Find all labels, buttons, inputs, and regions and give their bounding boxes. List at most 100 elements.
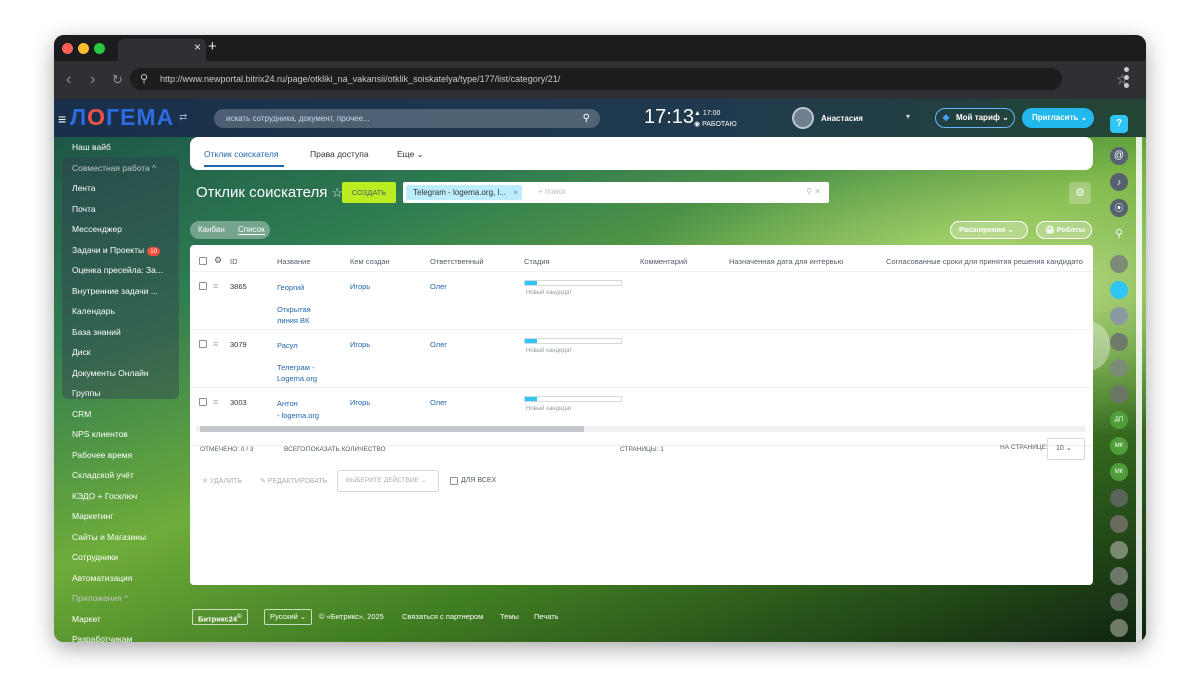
menu-icon[interactable]: ≡ — [58, 111, 66, 127]
pin-menu-icon[interactable]: ⇄ — [179, 112, 187, 123]
sidebar-item[interactable]: Рабочее время — [72, 450, 132, 460]
avatar[interactable] — [1110, 515, 1128, 533]
chevron-right-icon[interactable]: › — [1064, 321, 1110, 371]
sidebar-item[interactable]: Совместная работа ^ — [72, 163, 156, 173]
row-checkbox[interactable] — [199, 398, 207, 406]
browser-tab[interactable] — [118, 39, 206, 61]
sidebar-item[interactable]: Наш вайб — [72, 142, 111, 152]
sidebar-item[interactable]: Приложения ^ — [72, 593, 128, 603]
extensions-button[interactable]: Расширения ⌄ — [950, 221, 1028, 239]
new-tab-icon[interactable]: + — [208, 38, 217, 55]
per-page-select[interactable]: 10 ⌄ — [1047, 438, 1085, 460]
avatar[interactable] — [1110, 541, 1128, 559]
sidebar-item[interactable]: Почта — [72, 204, 96, 214]
row-menu-icon[interactable]: ≡ — [213, 339, 218, 349]
row-created-by[interactable]: Игорь — [350, 398, 370, 407]
row-created-by[interactable]: Игорь — [350, 282, 370, 291]
tab-access-rights[interactable]: Права доступа — [310, 149, 369, 159]
close-tab-icon[interactable]: × — [194, 40, 201, 54]
tab-response[interactable]: Отклик соискателя — [204, 149, 278, 159]
themes-link[interactable]: Темы — [500, 612, 519, 621]
row-name-link[interactable]: Георгий — [277, 282, 304, 294]
edit-button[interactable]: ✎ РЕДАКТИРОВАТЬ — [260, 477, 327, 485]
avatar[interactable] — [1110, 359, 1128, 377]
back-icon[interactable]: ‹ — [66, 71, 71, 89]
delete-button[interactable]: ✕ УДАЛИТЬ — [202, 477, 242, 485]
settings-gear-icon[interactable]: ⚙ — [1069, 182, 1091, 204]
select-all-checkbox[interactable] — [199, 257, 207, 265]
bell-icon[interactable]: ♪ — [1110, 173, 1128, 191]
row-name-link[interactable]: Расул — [277, 340, 298, 352]
close-icon[interactable]: × — [513, 185, 518, 200]
row-responsible[interactable]: Олег — [430, 398, 447, 407]
sidebar-item[interactable]: Сотрудники — [72, 552, 118, 562]
user-name[interactable]: Анастасия — [821, 114, 863, 123]
page-scrollbar[interactable] — [1136, 137, 1142, 642]
avatar[interactable] — [1110, 619, 1128, 637]
sidebar-item[interactable]: Складской учёт — [72, 470, 134, 480]
create-button[interactable]: СОЗДАТЬ — [342, 182, 396, 203]
tariff-button[interactable]: ❖ Мой тариф ⌄ — [935, 108, 1015, 128]
sidebar-item[interactable]: КЭДО + Госключ — [72, 491, 137, 501]
column-header[interactable]: Согласованные сроки для принятия решения… — [886, 257, 1083, 266]
column-header[interactable]: Назначенная дата для интервью — [729, 257, 843, 266]
sidebar-item[interactable]: Документы Онлайн — [72, 368, 149, 378]
row-menu-icon[interactable]: ≡ — [213, 281, 218, 291]
minimize-window-button[interactable] — [78, 43, 89, 54]
sidebar-item[interactable]: Автоматизация — [72, 573, 132, 583]
stage-progress[interactable] — [524, 396, 622, 402]
row-source-link[interactable]: Открытая линия ВК — [277, 304, 311, 326]
stage-progress[interactable] — [524, 280, 622, 286]
sidebar-item[interactable]: Диск — [72, 347, 90, 357]
sidebar-item[interactable]: Маркет — [72, 614, 101, 624]
row-checkbox[interactable] — [199, 340, 207, 348]
column-header[interactable]: ID — [230, 257, 238, 266]
column-header[interactable]: Название — [277, 257, 311, 266]
avatar[interactable]: МК — [1110, 463, 1128, 481]
avatar[interactable]: ДП — [1110, 411, 1128, 429]
column-header[interactable]: Стадия — [524, 257, 550, 266]
logo[interactable]: ЛОГЕМА — [70, 104, 174, 131]
avatar[interactable] — [1110, 333, 1128, 351]
row-responsible[interactable]: Олег — [430, 340, 447, 349]
robots-button[interactable]: 🖨 Роботы — [1036, 221, 1092, 239]
tab-more[interactable]: Еще ⌄ — [397, 149, 424, 160]
view-list[interactable]: Список — [238, 225, 265, 235]
sidebar-item[interactable]: Группы — [72, 388, 100, 398]
avatar[interactable] — [1110, 489, 1128, 507]
forward-icon[interactable]: › — [90, 71, 95, 89]
show-count-link[interactable]: ПОКАЗАТЬ КОЛИЧЕСТВО — [306, 446, 386, 453]
sidebar-item[interactable]: Разработчикам — [72, 634, 132, 642]
sidebar-item[interactable]: База знаний — [72, 327, 121, 337]
for-all-checkbox[interactable] — [450, 477, 458, 485]
search-icon[interactable]: ⚲ ✕ — [806, 187, 821, 196]
stage-progress[interactable] — [524, 338, 622, 344]
help-icon[interactable]: ? — [1110, 115, 1128, 133]
reload-icon[interactable]: ↻ — [112, 72, 123, 88]
avatar[interactable] — [1110, 307, 1128, 325]
column-header[interactable]: Ответственный — [430, 257, 484, 266]
sidebar-item[interactable]: Задачи и Проекты 10 — [72, 245, 161, 256]
sidebar-item[interactable]: Внутренние задачи ... — [72, 286, 158, 296]
sidebar-item[interactable]: Мессенджер — [72, 224, 122, 234]
invite-button[interactable]: Пригласить ⌄ — [1022, 108, 1094, 128]
chat-icon[interactable]: ⦿ — [1110, 199, 1128, 217]
sidebar-item[interactable]: Календарь — [72, 306, 115, 316]
close-window-button[interactable] — [62, 43, 73, 54]
work-status[interactable]: ▲ 17:00 ◉ РАБОТАЮ — [694, 108, 737, 130]
partner-link[interactable]: Связаться с партнером — [402, 612, 483, 621]
avatar[interactable]: МК — [1110, 437, 1128, 455]
scroll-thumb[interactable] — [200, 426, 584, 432]
browser-menu-icon[interactable] — [1124, 67, 1130, 91]
action-select[interactable]: ВЫБЕРИТЕ ДЕЙСТВИЕ ⌄ — [337, 470, 439, 492]
filter-tag[interactable]: Telegram - logema.org, l... × — [406, 185, 522, 200]
sidebar-item[interactable]: Оценка пресейла: За... — [72, 265, 163, 275]
filter-search[interactable]: Telegram - logema.org, l... × + поиск ⚲ ✕ — [403, 182, 829, 203]
gear-icon[interactable]: ⚙ — [214, 255, 222, 266]
language-select[interactable]: Русский ⌄ — [264, 609, 313, 625]
horizontal-scrollbar[interactable] — [196, 426, 1086, 432]
row-checkbox[interactable] — [199, 282, 207, 290]
user-avatar[interactable] — [792, 107, 814, 129]
avatar[interactable] — [1110, 385, 1128, 403]
row-created-by[interactable]: Игорь — [350, 340, 370, 349]
